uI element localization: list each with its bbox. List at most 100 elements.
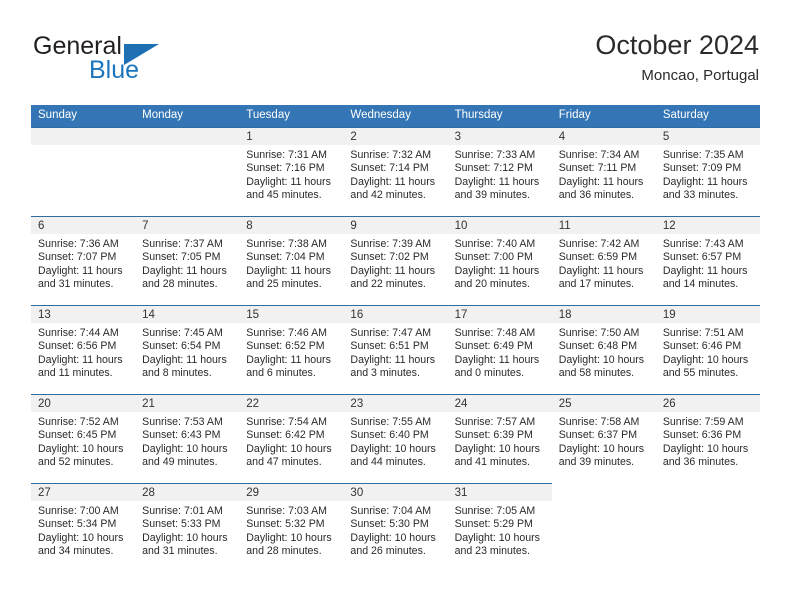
day-cell[interactable]: 2 Sunrise: 7:32 AM Sunset: 7:14 PM Daylight…	[343, 127, 448, 216]
day-number: 2	[343, 128, 448, 145]
day-details: Sunrise: 7:46 AM Sunset: 6:52 PM Daylight:…	[239, 323, 343, 380]
day-cell[interactable]: 7 Sunrise: 7:37 AM Sunset: 7:05 PM Daylight…	[135, 216, 240, 305]
calendar-week-row: 13 Sunrise: 7:44 AM Sunset: 6:56 PM Dayligh…	[31, 305, 760, 394]
daylight-text-line1: Daylight: 11 hours	[350, 353, 436, 366]
day-number: 24	[447, 395, 552, 412]
day-cell[interactable]: 6 Sunrise: 7:36 AM Sunset: 7:07 PM Daylight…	[31, 216, 136, 305]
day-cell[interactable]: 17 Sunrise: 7:48 AM Sunset: 6:49 PM Dayligh…	[447, 305, 552, 394]
day-cell[interactable]: 23 Sunrise: 7:55 AM Sunset: 6:40 PM Dayligh…	[343, 394, 448, 483]
sunset-text: Sunset: 7:07 PM	[38, 251, 117, 264]
day-number: 29	[239, 484, 344, 501]
day-cell[interactable]: 31 Sunrise: 7:05 AM Sunset: 5:29 PM Dayligh…	[447, 483, 552, 572]
day-cell[interactable]: 8 Sunrise: 7:38 AM Sunset: 7:04 PM Daylight…	[239, 216, 344, 305]
day-cell[interactable]: 14 Sunrise: 7:45 AM Sunset: 6:54 PM Dayligh…	[135, 305, 240, 394]
sunset-text: Sunset: 7:14 PM	[350, 162, 429, 175]
daylight-text-line1: Daylight: 10 hours	[350, 442, 436, 455]
day-number: 18	[551, 306, 656, 323]
general-blue-logo[interactable]: General Blue	[31, 32, 261, 90]
day-cell[interactable]: 25 Sunrise: 7:58 AM Sunset: 6:37 PM Dayligh…	[551, 394, 656, 483]
day-number: 20	[31, 395, 136, 412]
calendar-cell: 18 Sunrise: 7:50 AM Sunset: 6:48 PM Dayligh…	[551, 305, 656, 394]
day-details: Sunrise: 7:58 AM Sunset: 6:37 PM Daylight:…	[552, 412, 656, 469]
calendar-cell: 27 Sunrise: 7:00 AM Sunset: 5:34 PM Dayligh…	[31, 483, 136, 572]
day-cell[interactable]: 1 Sunrise: 7:31 AM Sunset: 7:16 PM Daylight…	[239, 127, 344, 216]
day-details: Sunrise: 7:03 AM Sunset: 5:32 PM Daylight:…	[239, 501, 343, 558]
daylight-text-line1: Daylight: 10 hours	[38, 531, 124, 544]
day-cell[interactable]: 12 Sunrise: 7:43 AM Sunset: 6:57 PM Dayligh…	[655, 216, 760, 305]
day-cell[interactable]: 13 Sunrise: 7:44 AM Sunset: 6:56 PM Dayligh…	[31, 305, 136, 394]
sunrise-text: Sunrise: 7:58 AM	[558, 416, 640, 428]
day-cell[interactable]: 15 Sunrise: 7:46 AM Sunset: 6:52 PM Dayligh…	[239, 305, 344, 394]
calendar-cell: 16 Sunrise: 7:47 AM Sunset: 6:51 PM Dayligh…	[343, 305, 448, 394]
daylight-text-line2: and 3 minutes.	[350, 366, 420, 379]
day-cell[interactable]: 11 Sunrise: 7:42 AM Sunset: 6:59 PM Dayligh…	[551, 216, 656, 305]
day-cell[interactable]: 24 Sunrise: 7:57 AM Sunset: 6:39 PM Dayligh…	[447, 394, 552, 483]
sunset-text: Sunset: 6:51 PM	[350, 340, 429, 353]
calendar-cell: 6 Sunrise: 7:36 AM Sunset: 7:07 PM Daylight…	[31, 216, 136, 305]
day-cell[interactable]: 27 Sunrise: 7:00 AM Sunset: 5:34 PM Dayligh…	[31, 483, 136, 572]
day-cell[interactable]: 4 Sunrise: 7:34 AM Sunset: 7:11 PM Daylight…	[551, 127, 656, 216]
day-cell[interactable]: 22 Sunrise: 7:54 AM Sunset: 6:42 PM Dayligh…	[239, 394, 344, 483]
weekday-header-friday: Friday	[551, 105, 656, 127]
daylight-text-line2: and 33 minutes.	[662, 188, 739, 201]
page-subtitle: Moncao, Portugal	[641, 67, 759, 84]
daylight-text-line1: Daylight: 11 hours	[662, 264, 748, 277]
daylight-text-line2: and 8 minutes.	[142, 366, 212, 379]
day-cell[interactable]: 28 Sunrise: 7:01 AM Sunset: 5:33 PM Dayligh…	[135, 483, 240, 572]
day-cell[interactable]: 26 Sunrise: 7:59 AM Sunset: 6:36 PM Dayligh…	[655, 394, 760, 483]
day-details: Sunrise: 7:43 AM Sunset: 6:57 PM Daylight:…	[656, 234, 760, 291]
daylight-text-line1: Daylight: 10 hours	[38, 442, 124, 455]
day-details: Sunrise: 7:36 AM Sunset: 7:07 PM Daylight:…	[31, 234, 135, 291]
day-number: 28	[135, 484, 240, 501]
daylight-text-line1: Daylight: 11 hours	[662, 175, 748, 188]
calendar-cell: 7 Sunrise: 7:37 AM Sunset: 7:05 PM Daylight…	[135, 216, 240, 305]
calendar-week-row: 6 Sunrise: 7:36 AM Sunset: 7:07 PM Daylight…	[31, 216, 760, 305]
calendar-cell: 13 Sunrise: 7:44 AM Sunset: 6:56 PM Dayligh…	[31, 305, 136, 394]
day-cell[interactable]: 29 Sunrise: 7:03 AM Sunset: 5:32 PM Dayligh…	[239, 483, 344, 572]
day-number: 31	[447, 484, 552, 501]
daylight-text-line1: Daylight: 10 hours	[142, 442, 228, 455]
day-number: 23	[343, 395, 448, 412]
daylight-text-line2: and 36 minutes.	[662, 455, 739, 468]
day-cell[interactable]: 16 Sunrise: 7:47 AM Sunset: 6:51 PM Dayligh…	[343, 305, 448, 394]
calendar-cell: 8 Sunrise: 7:38 AM Sunset: 7:04 PM Daylight…	[239, 216, 344, 305]
sunset-text: Sunset: 5:29 PM	[454, 518, 533, 531]
day-cell[interactable]: 10 Sunrise: 7:40 AM Sunset: 7:00 PM Dayligh…	[447, 216, 552, 305]
sunrise-text: Sunrise: 7:51 AM	[662, 327, 744, 339]
day-number: 4	[551, 128, 656, 145]
daylight-text-line1: Daylight: 10 hours	[246, 531, 332, 544]
calendar-cell: 19 Sunrise: 7:51 AM Sunset: 6:46 PM Dayligh…	[655, 305, 760, 394]
day-details: Sunrise: 7:45 AM Sunset: 6:54 PM Daylight:…	[135, 323, 239, 380]
sunrise-text: Sunrise: 7:59 AM	[662, 416, 744, 428]
daylight-text-line1: Daylight: 11 hours	[246, 264, 331, 277]
day-details: Sunrise: 7:05 AM Sunset: 5:29 PM Daylight:…	[448, 501, 552, 558]
calendar-cell: 26 Sunrise: 7:59 AM Sunset: 6:36 PM Dayligh…	[655, 394, 760, 483]
day-number: 7	[135, 217, 240, 234]
calendar-cell	[656, 483, 760, 572]
calendar-cell: 22 Sunrise: 7:54 AM Sunset: 6:42 PM Dayligh…	[239, 394, 344, 483]
day-cell[interactable]: 19 Sunrise: 7:51 AM Sunset: 6:46 PM Dayligh…	[655, 305, 760, 394]
day-details: Sunrise: 7:33 AM Sunset: 7:12 PM Daylight:…	[448, 145, 552, 202]
sunrise-text: Sunrise: 7:55 AM	[350, 416, 432, 428]
day-cell[interactable]: 3 Sunrise: 7:33 AM Sunset: 7:12 PM Daylight…	[447, 127, 552, 216]
day-cell[interactable]: 18 Sunrise: 7:50 AM Sunset: 6:48 PM Dayligh…	[551, 305, 656, 394]
day-cell[interactable]: 9 Sunrise: 7:39 AM Sunset: 7:02 PM Daylight…	[343, 216, 448, 305]
sunrise-text: Sunrise: 7:42 AM	[558, 238, 640, 250]
day-number: 21	[135, 395, 240, 412]
sunrise-text: Sunrise: 7:33 AM	[454, 149, 536, 161]
calendar-week-row: 20 Sunrise: 7:52 AM Sunset: 6:45 PM Dayligh…	[31, 394, 760, 483]
day-cell[interactable]: 20 Sunrise: 7:52 AM Sunset: 6:45 PM Dayligh…	[31, 394, 136, 483]
day-number: 6	[31, 217, 136, 234]
day-cell[interactable]: 30 Sunrise: 7:04 AM Sunset: 5:30 PM Dayligh…	[343, 483, 448, 572]
sunset-text: Sunset: 6:37 PM	[558, 429, 638, 442]
sunset-text: Sunset: 7:09 PM	[662, 162, 742, 175]
sunrise-text: Sunrise: 7:53 AM	[142, 416, 223, 428]
day-cell[interactable]: 5 Sunrise: 7:35 AM Sunset: 7:09 PM Daylight…	[655, 127, 760, 216]
calendar-cell: 3 Sunrise: 7:33 AM Sunset: 7:12 PM Daylight…	[447, 127, 552, 216]
daylight-text-line2: and 39 minutes.	[454, 188, 530, 201]
day-details: Sunrise: 7:50 AM Sunset: 6:48 PM Daylight:…	[552, 323, 656, 380]
day-cell[interactable]: 21 Sunrise: 7:53 AM Sunset: 6:43 PM Dayligh…	[135, 394, 240, 483]
day-number: 15	[239, 306, 344, 323]
sunset-text: Sunset: 5:34 PM	[38, 518, 117, 531]
calendar-week-row: 1 Sunrise: 7:31 AM Sunset: 7:16 PM Daylight…	[31, 127, 760, 216]
